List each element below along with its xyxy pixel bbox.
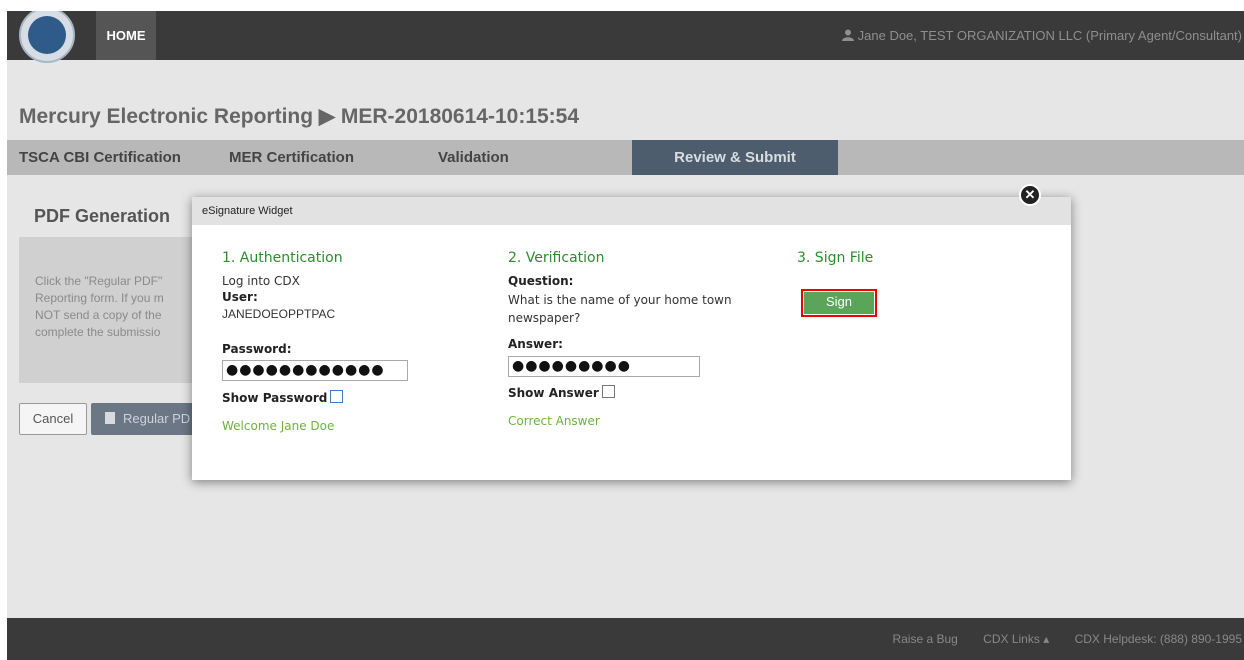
user-value: JANEDOEOPPTPAC	[222, 307, 336, 321]
instructions-line: Click the "Regular PDF"	[35, 274, 163, 288]
show-password-checkbox[interactable]	[330, 390, 344, 403]
answer-label: Answer:	[508, 337, 563, 351]
page-title: Mercury Electronic Reporting ▶ MER-20180…	[19, 105, 580, 128]
instructions-line: complete the submissio	[35, 325, 161, 339]
show-password-label: Show Password	[222, 391, 328, 405]
show-answer-checkbox[interactable]	[601, 385, 615, 398]
cancel-button[interactable]: Cancel	[19, 403, 87, 435]
file-icon	[105, 412, 115, 424]
cdx-helpdesk-text: CDX Helpdesk: (888) 890-1995	[1074, 632, 1242, 646]
tab-mer-certification[interactable]: MER Certification	[229, 140, 354, 175]
login-text: Log into CDX	[222, 274, 300, 288]
sign-file-title: 3. Sign File	[797, 250, 874, 266]
question-text-line1: What is the name of your home town	[508, 293, 732, 307]
question-label: Question:	[508, 274, 574, 288]
authentication-title: 1. Authentication	[222, 250, 343, 266]
cdx-links-menu[interactable]: CDX Links ▴	[983, 632, 1049, 646]
show-answer-label: Show Answer	[508, 386, 599, 400]
tab-review-submit[interactable]: Review & Submit	[632, 140, 838, 175]
user-label: User:	[222, 290, 258, 304]
verification-result: Correct Answer	[508, 414, 600, 428]
instructions-text: Click the "Regular PDF" Reporting form. …	[35, 273, 215, 341]
regular-pdf-label: Regular PD	[123, 411, 191, 426]
user-name-label: Jane Doe, TEST ORGANIZATION LLC (Primary…	[857, 28, 1242, 43]
verification-title: 2. Verification	[508, 250, 605, 266]
tab-validation[interactable]: Validation	[438, 140, 509, 175]
user-menu[interactable]: Jane Doe, TEST ORGANIZATION LLC (Primary…	[841, 11, 1242, 60]
user-icon	[841, 29, 854, 41]
esignature-modal: eSignature Widget 1. Authentication Log …	[192, 197, 1071, 480]
top-nav-bar: HOME Jane Doe, TEST ORGANIZATION LLC (Pr…	[7, 11, 1244, 63]
show-answer-toggle[interactable]: Show Answer	[508, 385, 615, 400]
app-screen: HOME Jane Doe, TEST ORGANIZATION LLC (Pr…	[7, 11, 1244, 660]
welcome-message: Welcome Jane Doe	[222, 419, 335, 433]
section-title: PDF Generation	[34, 206, 171, 226]
footer-links: Raise a Bug CDX Links ▴ CDX Helpdesk: (8…	[870, 618, 1242, 660]
password-label: Password:	[222, 342, 292, 356]
question-text-line2: newspaper?	[508, 311, 581, 325]
sign-button-highlight: Sign	[801, 289, 877, 317]
footer-bar: Raise a Bug CDX Links ▴ CDX Helpdesk: (8…	[7, 618, 1244, 660]
answer-input[interactable]: ●●●●●●●●●	[508, 356, 700, 377]
sign-button[interactable]: Sign	[804, 292, 874, 314]
modal-title: eSignature Widget	[192, 197, 1071, 225]
raise-bug-link[interactable]: Raise a Bug	[892, 632, 957, 646]
tab-tsca-cbi-certification[interactable]: TSCA CBI Certification	[19, 140, 181, 175]
instructions-line: Reporting form. If you m	[35, 291, 164, 305]
password-input[interactable]: ●●●●●●●●●●●●	[222, 360, 408, 381]
show-password-toggle[interactable]: Show Password	[222, 390, 344, 405]
epa-seal-logo[interactable]	[19, 11, 75, 63]
close-icon[interactable]: ✕	[1019, 184, 1041, 206]
home-nav-tab[interactable]: HOME	[96, 11, 156, 60]
epa-seal-inner	[28, 16, 66, 54]
workflow-tabs: TSCA CBI Certification MER Certification…	[7, 140, 1244, 175]
instructions-line: NOT send a copy of the	[35, 308, 162, 322]
